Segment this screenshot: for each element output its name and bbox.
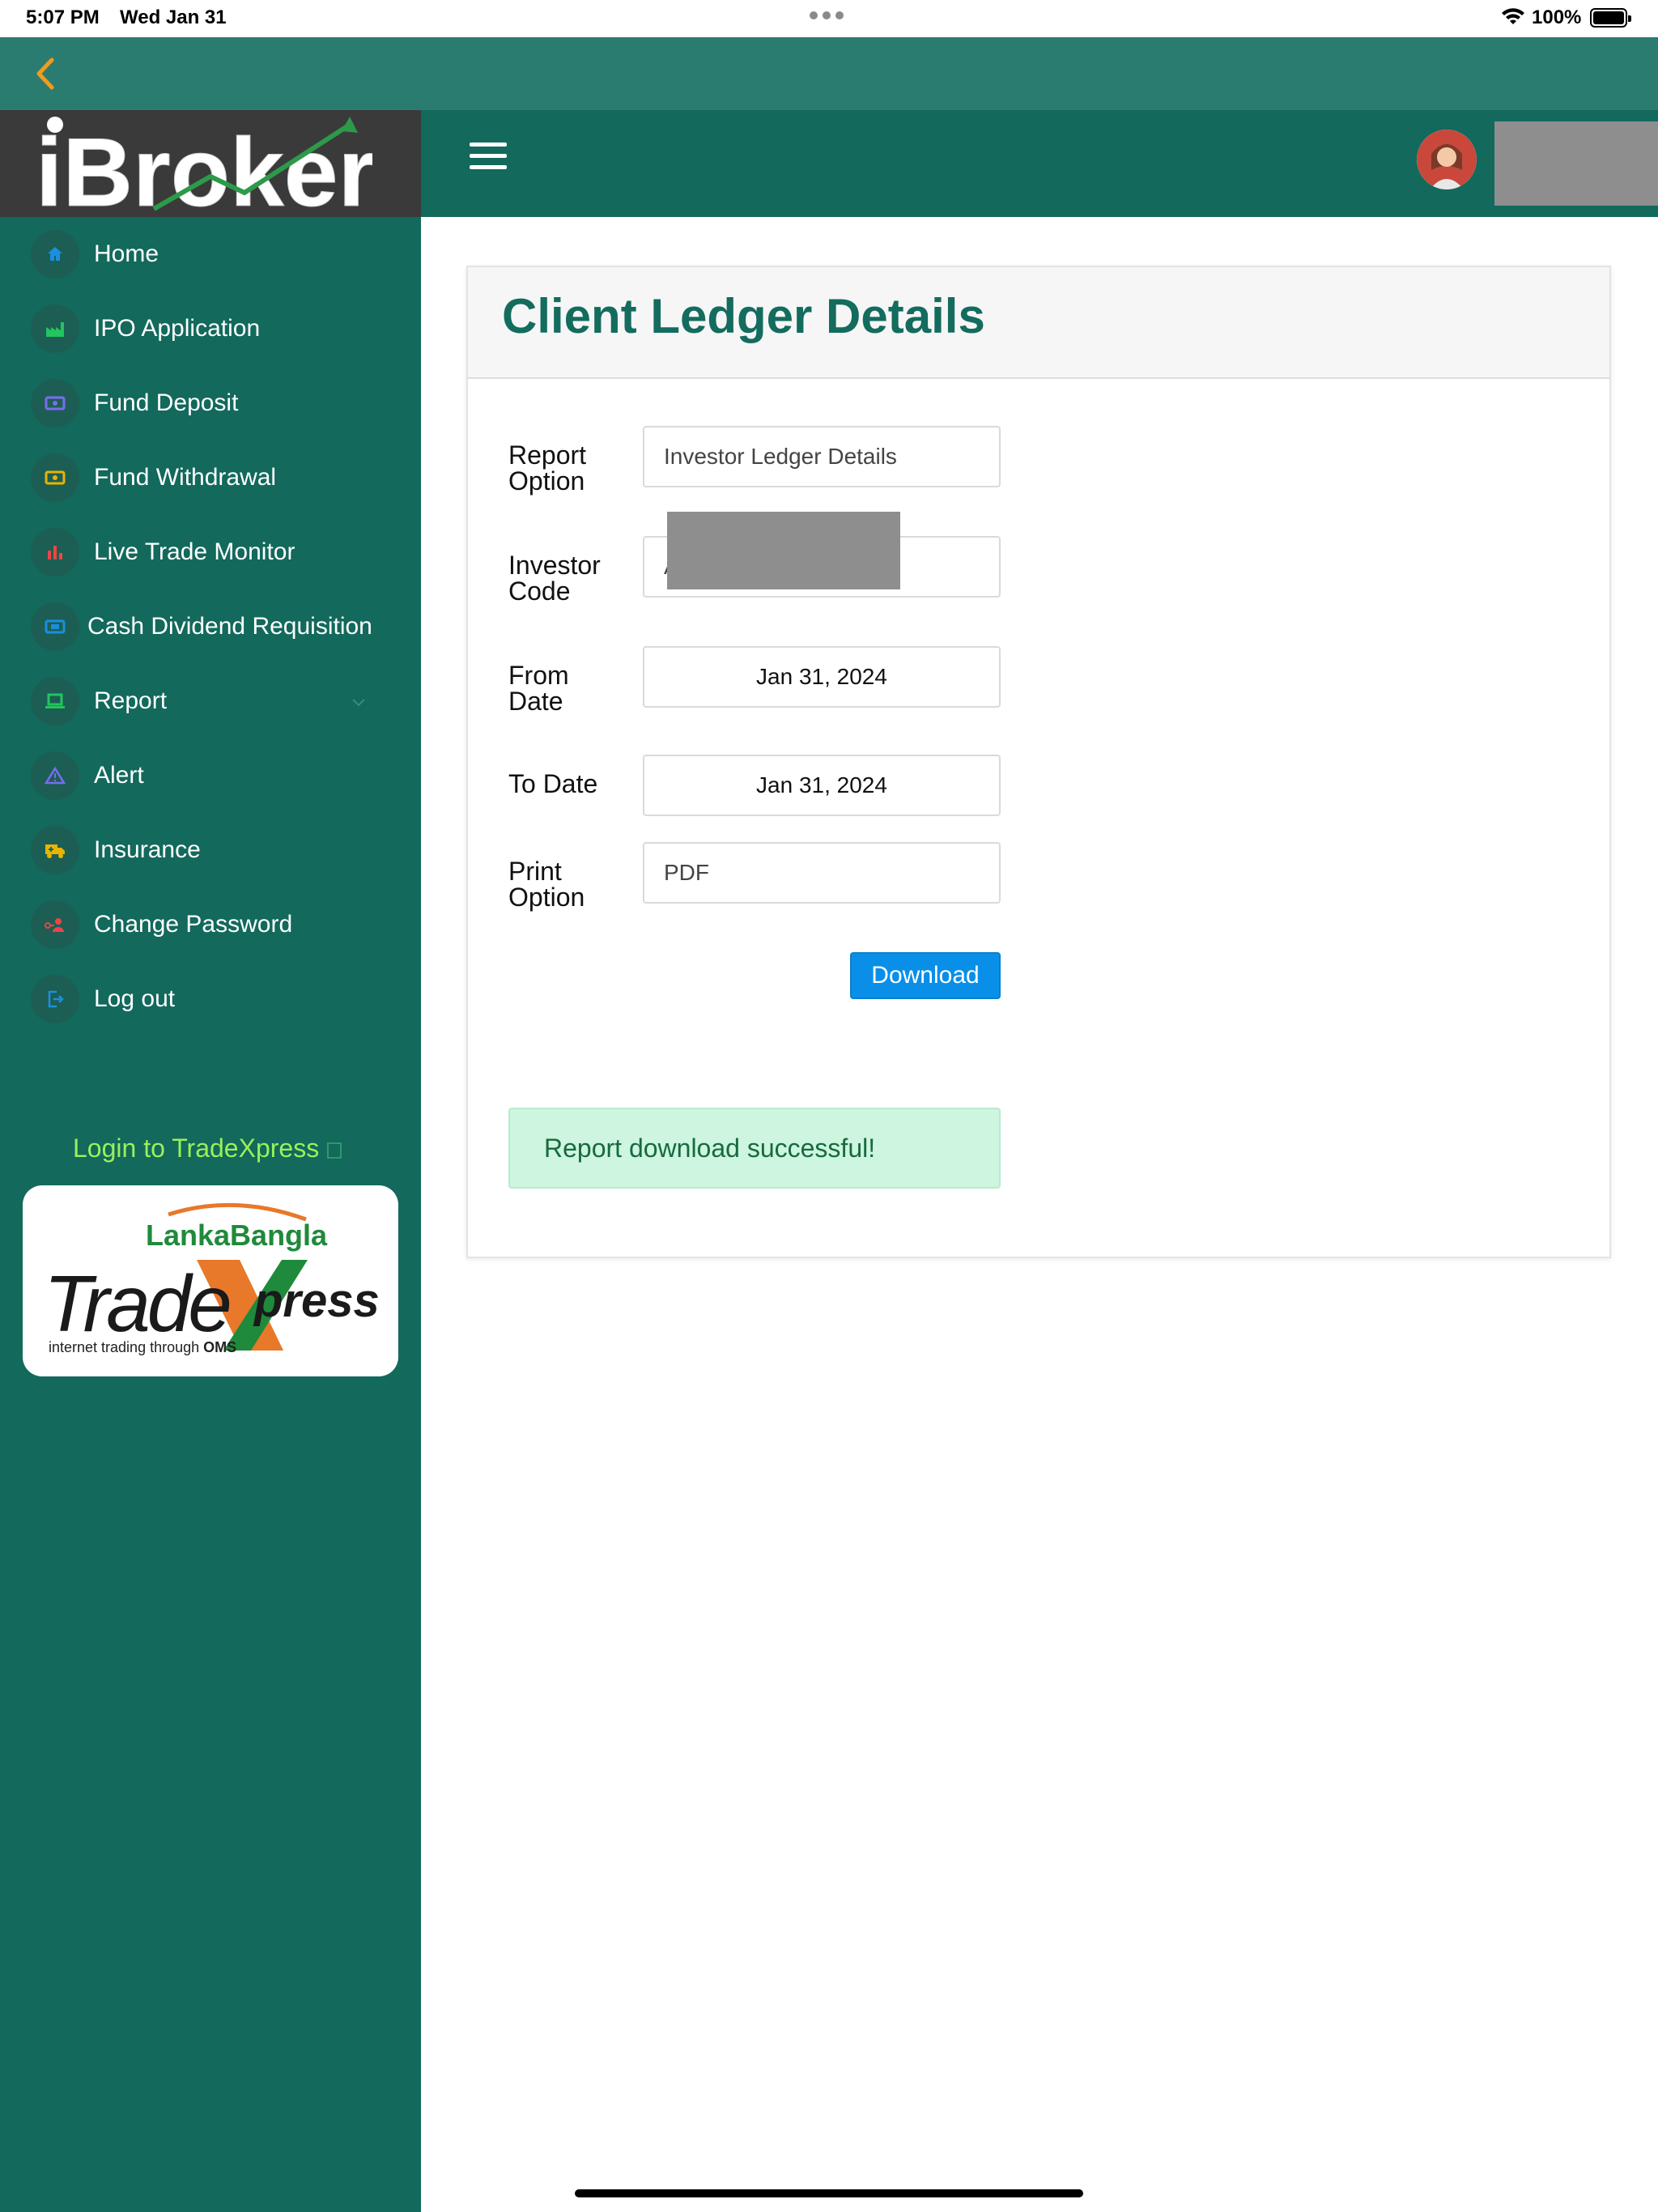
ambulance-icon: [31, 826, 79, 874]
sidebar-item-fund-withdrawal[interactable]: Fund Withdrawal: [0, 440, 421, 515]
investor-code-redaction: [667, 512, 900, 589]
ibroker-logo-icon: iBroker: [36, 117, 372, 214]
sidebar-item-alert[interactable]: Alert: [0, 738, 421, 813]
print-option-value: PDF: [664, 860, 709, 885]
print-option-label: Print Option: [508, 857, 585, 912]
user-name-redacted[interactable]: [1494, 121, 1658, 206]
from-date-value: Jan 31, 2024: [756, 664, 887, 689]
bar-chart-icon: [31, 528, 79, 576]
browser-top-bar: [0, 37, 1658, 110]
avatar[interactable]: [1417, 130, 1477, 189]
sidebar-item-label: Fund Deposit: [94, 389, 239, 416]
cash-dividend-icon: [31, 602, 79, 651]
sidebar-item-live-trade-monitor[interactable]: Live Trade Monitor: [0, 515, 421, 589]
multitasking-dots[interactable]: [810, 11, 844, 19]
logout-icon: [31, 975, 79, 1023]
wifi-icon: [1502, 8, 1524, 24]
user-key-icon: [31, 900, 79, 949]
tradexpress-banner[interactable]: LankaBangla Trade press internet trading…: [23, 1185, 398, 1376]
sidebar-item-fund-deposit[interactable]: Fund Deposit: [0, 366, 421, 440]
status-date: Wed Jan 31: [120, 6, 227, 28]
app-header: [421, 110, 1658, 217]
download-button[interactable]: Download: [850, 952, 1001, 999]
tradexpress-brand-top: LankaBangla: [146, 1219, 328, 1252]
sidebar-item-label: Change Password: [94, 911, 293, 938]
sidebar-nav: Home IPO Application Fund Deposit Fund W…: [0, 217, 421, 1036]
money-icon: [31, 379, 79, 428]
sidebar-item-label: Live Trade Monitor: [94, 538, 295, 565]
back-chevron-icon[interactable]: [29, 53, 62, 94]
sidebar-item-label: IPO Application: [94, 315, 261, 342]
sidebar-item-label: Log out: [94, 985, 176, 1012]
chevron-down-icon[interactable]: [350, 693, 368, 711]
tradexpress-brand-main: Trade: [44, 1259, 229, 1348]
status-time: 5:07 PM: [26, 6, 100, 28]
to-date-value: Jan 31, 2024: [756, 772, 887, 798]
investor-code-label: Investor Code: [508, 551, 601, 606]
to-date-field[interactable]: Jan 31, 2024: [643, 755, 1001, 816]
sidebar-item-label: Insurance: [94, 836, 201, 863]
status-bar: 5:07 PM Wed Jan 31 100%: [0, 0, 1658, 37]
print-option-select[interactable]: PDF: [643, 842, 1001, 904]
cash-icon: [31, 453, 79, 502]
tradexpress-logo-icon: LankaBangla Trade press internet trading…: [44, 1202, 380, 1355]
success-alert-message: Report download successful!: [544, 1133, 876, 1163]
sidebar-item-change-password[interactable]: Change Password: [0, 887, 421, 962]
ibroker-logo-text: iBroker: [36, 118, 372, 214]
page-title: Client Ledger Details: [502, 289, 985, 343]
report-option-value: Investor Ledger Details: [664, 444, 897, 469]
sidebar-item-log-out[interactable]: Log out: [0, 962, 421, 1036]
sidebar-item-label: Report: [94, 687, 168, 714]
sidebar-item-cash-dividend-requisition[interactable]: Cash Dividend Requisition: [0, 589, 421, 664]
home-indicator[interactable]: [575, 2189, 1083, 2197]
hamburger-menu-icon[interactable]: [470, 143, 507, 172]
report-option-select[interactable]: Investor Ledger Details: [643, 426, 1001, 487]
sidebar: iBroker Home IPO Application Fund Deposi…: [0, 110, 421, 2212]
client-ledger-card: Client Ledger Details Report Option Inves…: [466, 266, 1611, 1258]
tradexpress-tagline: internet trading through OMS: [49, 1339, 236, 1355]
sidebar-item-insurance[interactable]: Insurance: [0, 813, 421, 887]
battery-icon: [1590, 8, 1631, 28]
sidebar-item-report[interactable]: Report: [0, 664, 421, 738]
brand-logo[interactable]: iBroker: [0, 110, 421, 217]
home-icon: [31, 230, 79, 279]
card-header: Client Ledger Details: [468, 267, 1609, 379]
user-avatar-icon: [1417, 130, 1477, 189]
login-tradexpress-link[interactable]: Login to TradeXpress: [73, 1134, 342, 1163]
sidebar-item-ipo-application[interactable]: IPO Application: [0, 291, 421, 366]
from-date-label: From Date: [508, 661, 569, 716]
report-option-label: Report Option: [508, 440, 587, 496]
external-link-icon: [327, 1142, 342, 1159]
tradexpress-brand-main-suffix: press: [253, 1274, 380, 1327]
sidebar-item-label: Alert: [94, 762, 144, 789]
login-tradexpress-label: Login to TradeXpress: [73, 1134, 320, 1163]
sidebar-item-label: Fund Withdrawal: [94, 464, 277, 491]
battery-percent: 100%: [1532, 6, 1582, 28]
factory-icon: [31, 304, 79, 353]
success-alert: Report download successful!: [508, 1108, 1001, 1189]
to-date-label: To Date: [508, 769, 598, 798]
sidebar-item-label: Home: [94, 240, 159, 267]
laptop-icon: [31, 677, 79, 725]
sidebar-item-home[interactable]: Home: [0, 217, 421, 291]
sidebar-item-label: Cash Dividend Requisition: [87, 613, 372, 640]
warning-icon: [31, 751, 79, 800]
from-date-field[interactable]: Jan 31, 2024: [643, 646, 1001, 708]
